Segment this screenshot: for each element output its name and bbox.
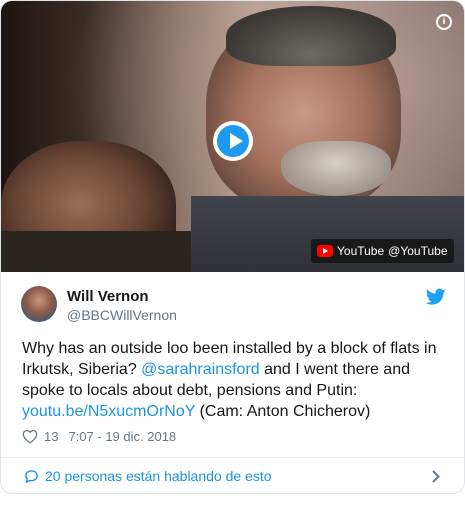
tweet-timestamp[interactable]: 7:07 - 19 dic. 2018 [68,429,176,444]
embedded-tweet-card: i YouTube @YouTube Will Vernon @BBCWillV… [0,0,465,494]
info-icon[interactable]: i [436,14,452,30]
mention-link[interactable]: @sarahrainsford [141,361,260,378]
youtube-badge-text: YouTube [337,244,385,258]
video-person-right-beard [281,141,391,196]
conversation-label[interactable]: 20 personas están hablando de esto [45,468,272,484]
youtube-badge-handle: @YouTube [388,244,448,258]
twitter-bird-icon[interactable] [426,288,446,306]
conversation-link[interactable]: 20 personas están hablando de esto [1,458,464,493]
video-thumbnail[interactable]: i YouTube @YouTube [1,1,464,272]
author-name[interactable]: Will Vernon [67,288,149,305]
speech-bubble-icon [25,470,38,484]
tweet-text-part3: (Cam: Anton Chicherov) [195,403,371,420]
avatar[interactable] [21,286,57,322]
heart-icon[interactable] [22,429,38,444]
chevron-right-icon [432,470,440,483]
video-person-left-body [1,231,191,272]
play-button[interactable] [213,121,253,161]
video-link[interactable]: youtu.be/N5xucmOrNoY [22,403,195,420]
like-count[interactable]: 13 [44,429,58,444]
video-person-right-hair [226,6,396,66]
play-icon [230,133,243,149]
youtube-badge[interactable]: YouTube @YouTube [311,239,454,263]
youtube-logo-icon [317,245,333,257]
author-handle[interactable]: @BBCWillVernon [67,307,177,323]
tweet-meta: 13 7:07 - 19 dic. 2018 [22,429,180,444]
tweet-text: Why has an outside loo been installed by… [22,338,452,422]
